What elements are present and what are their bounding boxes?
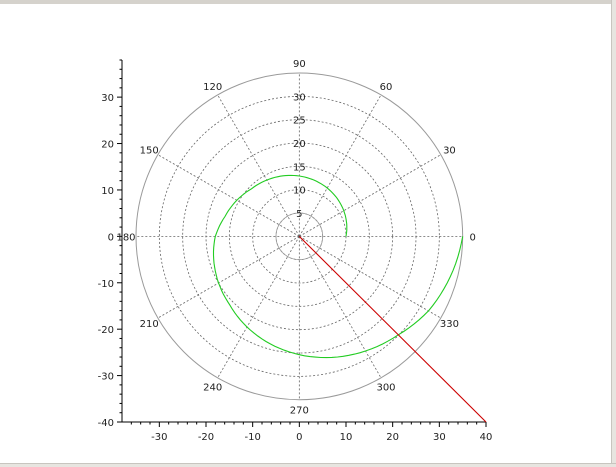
x-tick-label: 0: [296, 432, 302, 443]
polar-chart: 0306090120150180210240270300330510152025…: [98, 59, 493, 443]
y-tick-label: -40: [98, 418, 114, 429]
x-tick-label: -10: [244, 432, 260, 443]
angle-label: 330: [440, 319, 459, 330]
radial-label: 20: [293, 139, 306, 150]
spiral-series: [212, 174, 464, 359]
radial-label: 5: [296, 209, 302, 220]
angle-label: 120: [203, 82, 222, 93]
y-tick-label: -20: [98, 325, 114, 336]
radial-label: 15: [293, 162, 306, 173]
angular-grid-line: [217, 94, 300, 237]
radial-label: 30: [293, 92, 306, 103]
x-tick-label: -30: [151, 432, 167, 443]
angular-grid-line: [217, 236, 300, 379]
tick-labels: 0306090120150180210240270300330510152025…: [98, 59, 493, 443]
x-tick-label: -20: [198, 432, 214, 443]
angle-label: 60: [380, 82, 393, 93]
x-tick-label: 30: [433, 432, 446, 443]
y-tick-label: 20: [101, 140, 114, 151]
plot-series: [212, 174, 487, 423]
x-tick-label: 20: [386, 432, 399, 443]
angular-grid-line: [299, 154, 441, 237]
angle-label: 0: [469, 232, 475, 243]
radial-label: 10: [293, 186, 306, 197]
angular-grid-line: [157, 154, 300, 237]
x-tick-label: 10: [340, 432, 353, 443]
y-tick-label: 30: [101, 93, 114, 104]
y-tick-label: -10: [98, 279, 114, 290]
angle-label: 150: [140, 146, 159, 157]
angle-label: 240: [203, 382, 222, 393]
angular-grid-line: [299, 236, 441, 319]
angle-label: 270: [290, 406, 309, 417]
angle-label: 30: [443, 146, 456, 157]
radial-label: 25: [293, 116, 306, 127]
angular-grid-line: [298, 94, 382, 237]
y-tick-label: 0: [108, 232, 114, 243]
x-tick-label: 40: [480, 432, 493, 443]
angle-label: 180: [116, 232, 135, 243]
angle-label: 210: [140, 319, 159, 330]
angle-label: 90: [293, 59, 306, 70]
angle-label: 300: [376, 382, 395, 393]
y-tick-label: 10: [101, 186, 114, 197]
angular-grid-line: [157, 236, 300, 319]
y-tick-label: -30: [98, 372, 114, 383]
